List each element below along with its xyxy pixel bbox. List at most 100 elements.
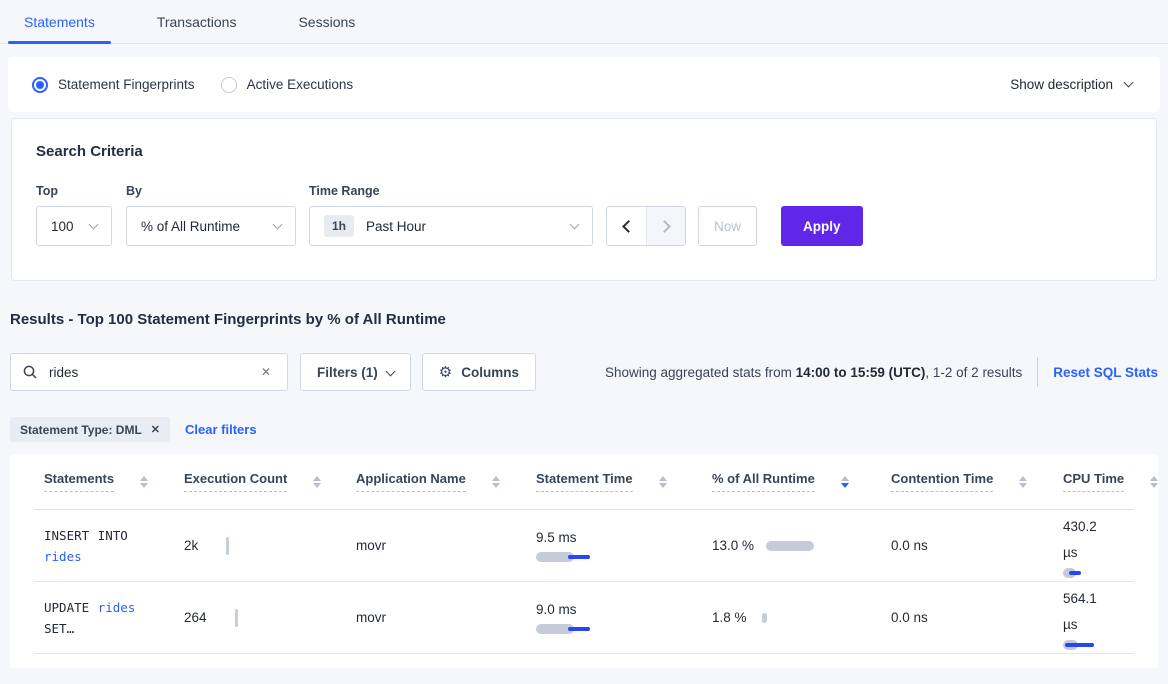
column-header-execution-count[interactable]: Execution Count	[174, 471, 346, 492]
chevron-down-icon	[89, 219, 99, 229]
tab-statements[interactable]: Statements	[8, 0, 111, 43]
execution-count-cell: 2k	[174, 537, 346, 555]
filter-chips-row: Statement Type: DML ✕ Clear filters	[10, 417, 1158, 442]
top-field: Top 100	[36, 184, 126, 246]
apply-button[interactable]: Apply	[781, 206, 863, 246]
application-name-cell: movr	[346, 538, 526, 553]
top-label: Top	[36, 184, 126, 198]
columns-button-label: Columns	[461, 365, 519, 380]
execution-count-bar	[235, 609, 238, 627]
cpu-time-cell: 564.1 µs	[1053, 586, 1134, 650]
statement-time-cell: 9.5 ms	[526, 530, 702, 562]
tab-sessions[interactable]: Sessions	[282, 0, 371, 43]
cpu-time-bar	[1063, 568, 1134, 578]
columns-button[interactable]: ⚙ Columns	[422, 353, 536, 391]
sql-activity-tabs: Statements Transactions Sessions	[0, 0, 1168, 44]
radio-statement-fingerprints-label: Statement Fingerprints	[58, 77, 195, 92]
results-controls: ✕ Filters (1) ⚙ Columns Showing aggregat…	[10, 353, 1158, 391]
chevron-down-icon	[570, 219, 580, 229]
stats-time-window: 14:00 to 15:59 (UTC)	[796, 365, 926, 380]
table-row: INSERT INTO rides 2k movr 9.5 ms 13.0 % …	[34, 510, 1134, 582]
column-header-application-name[interactable]: Application Name	[346, 471, 526, 492]
sort-icon	[140, 476, 148, 488]
by-select[interactable]: % of All Runtime	[126, 206, 296, 246]
chevron-left-icon	[622, 220, 635, 233]
view-mode-radios: Statement Fingerprints Active Executions	[32, 77, 353, 93]
sort-icon-active-desc	[841, 476, 849, 488]
contention-time-cell: 0.0 ns	[881, 610, 1053, 625]
execution-count-cell: 264	[174, 609, 346, 627]
reset-sql-stats-link[interactable]: Reset SQL Stats	[1053, 365, 1158, 380]
time-range-arrows	[606, 206, 686, 246]
now-button[interactable]: Now	[698, 206, 757, 246]
contention-time-cell: 0.0 ns	[881, 538, 1053, 553]
runtime-pct-bar	[766, 541, 814, 551]
column-header-runtime-pct[interactable]: % of All Runtime	[702, 471, 881, 492]
statement-time-cell: 9.0 ms	[526, 602, 702, 634]
top-select-value: 100	[51, 219, 74, 234]
filter-chip-statement-type[interactable]: Statement Type: DML ✕	[10, 417, 170, 442]
statement-fingerprint-cell: UPDATE rides SET…	[34, 597, 156, 639]
radio-active-executions[interactable]: Active Executions	[221, 77, 354, 93]
filter-chip-label: Statement Type: DML	[20, 423, 142, 437]
cpu-time-bar	[1063, 640, 1134, 650]
statements-table: Statements Execution Count Application N…	[10, 454, 1158, 668]
clear-filters-link[interactable]: Clear filters	[185, 422, 257, 437]
radio-statement-fingerprints[interactable]: Statement Fingerprints	[32, 77, 195, 93]
radio-selected-icon	[32, 77, 48, 93]
search-criteria-title: Search Criteria	[36, 143, 1132, 160]
search-criteria-panel: Search Criteria Top 100 By % of All Runt…	[11, 118, 1157, 281]
column-header-contention-time[interactable]: Contention Time	[881, 471, 1053, 492]
chevron-down-icon	[273, 219, 283, 229]
statement-link[interactable]: rides	[98, 600, 136, 615]
statement-link[interactable]: rides	[44, 549, 82, 564]
sort-icon	[492, 476, 500, 488]
statement-fingerprint-cell: INSERT INTO rides	[34, 525, 156, 567]
radio-unselected-icon	[221, 77, 237, 93]
vertical-divider	[1037, 357, 1038, 387]
search-icon	[23, 365, 37, 379]
gear-icon: ⚙	[439, 363, 452, 381]
remove-filter-icon[interactable]: ✕	[151, 423, 160, 436]
column-header-statements[interactable]: Statements	[34, 471, 174, 492]
previous-time-range-button[interactable]	[607, 207, 646, 245]
sort-icon	[1019, 476, 1027, 488]
time-range-value: Past Hour	[366, 219, 426, 234]
runtime-pct-cell: 1.8 %	[702, 605, 881, 630]
time-range-badge: 1h	[324, 215, 354, 237]
column-header-statement-time[interactable]: Statement Time	[526, 471, 702, 492]
application-name-cell: movr	[346, 610, 526, 625]
search-box[interactable]: ✕	[10, 353, 288, 391]
time-range-select[interactable]: 1h Past Hour	[309, 206, 593, 246]
filters-button-label: Filters (1)	[317, 365, 378, 380]
filters-button[interactable]: Filters (1)	[300, 353, 411, 391]
search-input[interactable]	[47, 364, 255, 381]
top-select[interactable]: 100	[36, 206, 112, 246]
show-description-label: Show description	[1010, 77, 1113, 92]
time-range-label: Time Range	[309, 184, 606, 198]
chevron-right-icon	[658, 220, 671, 233]
search-criteria-fields: Top 100 By % of All Runtime Time Range 1…	[36, 184, 1132, 246]
aggregated-stats-text: Showing aggregated stats from 14:00 to 1…	[605, 365, 1022, 380]
statement-time-bar	[536, 624, 702, 634]
sort-icon	[659, 476, 667, 488]
radio-active-executions-label: Active Executions	[247, 77, 354, 92]
chevron-down-icon	[385, 366, 395, 376]
time-range-field: Time Range 1h Past Hour	[309, 184, 606, 246]
by-select-value: % of All Runtime	[141, 219, 240, 234]
sort-icon	[313, 476, 321, 488]
results-heading: Results - Top 100 Statement Fingerprints…	[10, 311, 1158, 328]
by-field: By % of All Runtime	[126, 184, 309, 246]
show-description-toggle[interactable]: Show description	[1010, 77, 1132, 92]
table-header-row: Statements Execution Count Application N…	[34, 454, 1134, 510]
column-header-cpu-time[interactable]: CPU Time	[1053, 471, 1158, 492]
cpu-time-cell: 430.2 µs	[1053, 514, 1134, 578]
runtime-pct-bar	[762, 613, 767, 623]
tab-transactions[interactable]: Transactions	[141, 0, 253, 43]
by-label: By	[126, 184, 309, 198]
chevron-down-icon	[1124, 78, 1134, 88]
view-mode-bar: Statement Fingerprints Active Executions…	[8, 57, 1160, 112]
clear-search-icon[interactable]: ✕	[257, 363, 275, 381]
next-time-range-button[interactable]	[646, 207, 685, 245]
sort-icon	[1150, 476, 1158, 488]
